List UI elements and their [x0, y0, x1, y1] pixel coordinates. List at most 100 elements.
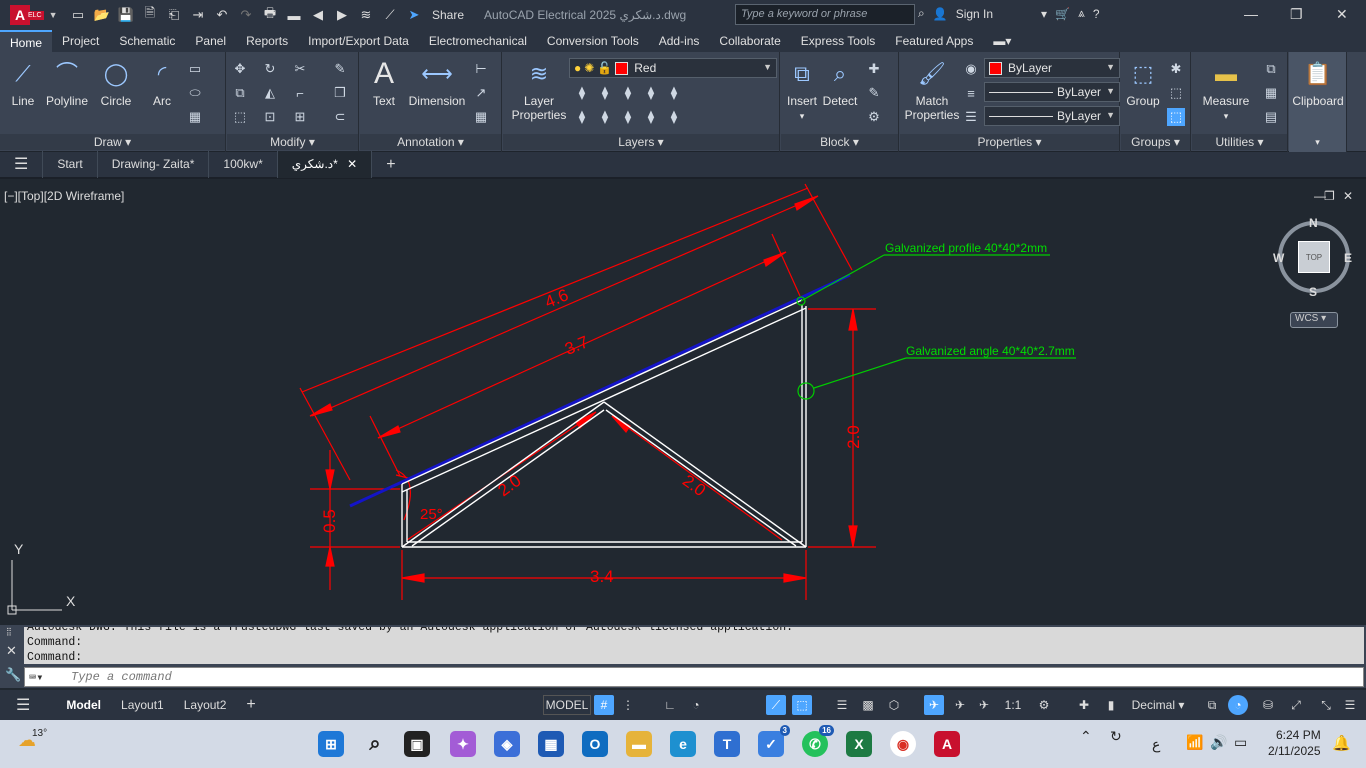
layer-tool-icon[interactable]: ⧫ [573, 108, 591, 126]
windows-start-icon[interactable]: ⊞ [318, 731, 344, 757]
clock-date[interactable]: 2/11/2025 [1268, 744, 1321, 758]
doc-tab-drawing-zaita[interactable]: Drawing- Zaita* [98, 151, 210, 178]
annotation-visibility-icon[interactable]: ✈ [924, 695, 944, 715]
group-select-icon[interactable]: ⬚ [1167, 108, 1185, 126]
close-icon[interactable]: ✕ [6, 643, 17, 659]
plot-icon[interactable]: 🖶 [260, 5, 280, 24]
command-prompt-icon[interactable]: ⌨▾ [29, 670, 43, 685]
tab-collaborate[interactable]: Collaborate [709, 30, 790, 52]
share-button[interactable]: Share [432, 8, 464, 22]
array-icon[interactable]: ⊞ [291, 108, 309, 126]
properties-panel-label[interactable]: Properties ▾ [900, 134, 1119, 150]
close-button[interactable]: ✕ [1336, 6, 1348, 23]
quick-properties-icon[interactable]: ⧉ [1202, 695, 1222, 715]
mirror-icon[interactable]: ◭ [261, 84, 279, 102]
share-icon[interactable]: ➤ [404, 6, 424, 24]
table-icon[interactable]: ▦ [472, 108, 490, 126]
fullscreen-icon[interactable]: ⤡ [1316, 695, 1336, 715]
clean-screen-icon[interactable]: ⤢ [1286, 695, 1306, 715]
line-icon[interactable]: ⟋ [380, 6, 400, 24]
file-explorer-icon[interactable]: ▬ [626, 731, 652, 757]
quick-select-icon[interactable]: ⧉ [1262, 60, 1280, 78]
annotation-scale-dropdown[interactable]: 1:1 [998, 695, 1028, 715]
volume-icon[interactable]: 🔊 [1210, 734, 1227, 751]
offset-icon[interactable]: ⊂ [331, 108, 349, 126]
ribbon-toggle-icon[interactable]: ▬▾ [983, 30, 1021, 52]
layer-tool-icon[interactable]: ⧫ [642, 108, 660, 126]
ellipse-icon[interactable]: ⬭ [186, 84, 204, 102]
groups-panel-label[interactable]: Groups ▾ [1121, 134, 1190, 150]
hamburger-menu-icon[interactable]: ☰ [6, 695, 40, 715]
trim-icon[interactable]: ✂ [291, 60, 309, 78]
cart-icon[interactable]: 🛒 [1055, 7, 1070, 21]
tab-project[interactable]: Project [52, 30, 109, 52]
layer-tool-icon[interactable]: ⧫ [619, 108, 637, 126]
group-edit-icon[interactable]: ⬚ [1167, 84, 1185, 102]
line-button[interactable]: ⟋ Line [6, 58, 40, 109]
tab-home[interactable]: Home [0, 30, 53, 52]
excel-icon[interactable]: X [846, 731, 872, 757]
wcs-dropdown[interactable]: WCS ▾ [1290, 312, 1338, 328]
close-icon[interactable]: ✕ [347, 157, 357, 171]
chevron-down-icon[interactable]: ▾ [1289, 137, 1346, 148]
isodraft-icon[interactable]: ⟋ [766, 695, 786, 715]
layout-tab-model[interactable]: Model [56, 698, 111, 712]
explode-icon[interactable]: ❒ [331, 84, 349, 102]
customize-menu-icon[interactable]: ☰ [1340, 695, 1360, 715]
copy-icon[interactable]: ⧉ [231, 84, 249, 102]
search-icon[interactable]: ⌕ [362, 731, 388, 757]
grid-icon[interactable]: # [594, 695, 614, 715]
selection-cycling-icon[interactable]: ⬡ [884, 695, 904, 715]
tab-add-ins[interactable]: Add-ins [649, 30, 710, 52]
chevron-up-icon[interactable]: ⌃ [1080, 728, 1092, 745]
arc-button[interactable]: ◜ Arc [144, 58, 180, 109]
linetype-dropdown[interactable]: ByLayer ▼ [984, 106, 1120, 126]
web-mobile-icon[interactable]: ⎗ [164, 6, 184, 24]
search-icon[interactable]: ⌕ [918, 6, 925, 21]
group-button[interactable]: ⬚ Group [1123, 58, 1163, 109]
hardware-accel-icon[interactable]: ◔ [1228, 695, 1248, 715]
doc-tab-100kw[interactable]: 100kw* [209, 151, 278, 178]
units-dropdown[interactable]: Decimal ▾ [1122, 695, 1194, 715]
edge-icon[interactable]: e [670, 731, 696, 757]
compass-east[interactable]: E [1344, 251, 1352, 265]
hamburger-menu-icon[interactable]: ☰ [0, 151, 44, 178]
layer-properties-button[interactable]: ≋ Layer Properties [507, 58, 571, 123]
clock-time[interactable]: 6:24 PM [1276, 728, 1321, 742]
rectangle-icon[interactable]: ▭ [186, 60, 204, 78]
m365-icon[interactable]: ◈ [494, 731, 520, 757]
ortho-icon[interactable]: ∟ [660, 695, 680, 715]
autodesk-app-icon[interactable]: ⩓ [1078, 6, 1085, 21]
redo-icon[interactable]: ↷ [236, 6, 256, 24]
export-icon[interactable]: ⇥ [188, 6, 208, 24]
lineweight-toggle-icon[interactable]: ☰ [832, 695, 852, 715]
maximize-button[interactable]: ❐ [1290, 6, 1303, 23]
clipboard-button[interactable]: 📋 Clipboard [1289, 58, 1347, 109]
wifi-icon[interactable]: 📶 [1186, 734, 1203, 751]
create-block-icon[interactable]: ✚ [865, 60, 883, 78]
compass-north[interactable]: N [1309, 216, 1318, 230]
modify-panel-label[interactable]: Modify ▾ [227, 134, 358, 150]
whatsapp-icon[interactable]: ✆ 16 [802, 725, 834, 757]
language-indicator[interactable]: ع [1152, 736, 1160, 753]
model-space-button[interactable]: MODEL [543, 695, 591, 715]
notification-bell-icon[interactable]: 🔔 [1332, 734, 1351, 752]
drawing-canvas[interactable]: [−][Top][2D Wireframe] — ❐ ✕ 4.6 3.7 2.0… [0, 181, 1366, 623]
battery-icon[interactable]: ▭ [1234, 734, 1247, 751]
back-arrow-icon[interactable]: ◀ [308, 6, 328, 24]
polyline-button[interactable]: ⌒ Polyline [44, 58, 90, 109]
fillet-icon[interactable]: ⌐ [291, 84, 309, 102]
undo-icon[interactable]: ↶ [212, 6, 232, 24]
detect-button[interactable]: ⌕ Detect [821, 58, 859, 109]
leader-icon[interactable]: ↗ [472, 84, 490, 102]
compass-west[interactable]: W [1273, 251, 1284, 265]
insert-button[interactable]: ⧉ Insert ▾ [783, 58, 821, 123]
auto-scale-icon[interactable]: ✈ [950, 695, 970, 715]
dimension-button[interactable]: ⟷ Dimension [406, 58, 468, 109]
new-tab-button[interactable]: + [372, 151, 409, 178]
autocad-electrical-taskbar-icon[interactable]: A [934, 731, 960, 757]
draw-panel-label[interactable]: Draw ▾ [0, 134, 225, 150]
hatch-icon[interactable]: ▦ [186, 108, 204, 126]
calculator-icon[interactable]: ▤ [1262, 108, 1280, 126]
lineweight-dropdown[interactable]: ByLayer ▼ [984, 82, 1120, 102]
